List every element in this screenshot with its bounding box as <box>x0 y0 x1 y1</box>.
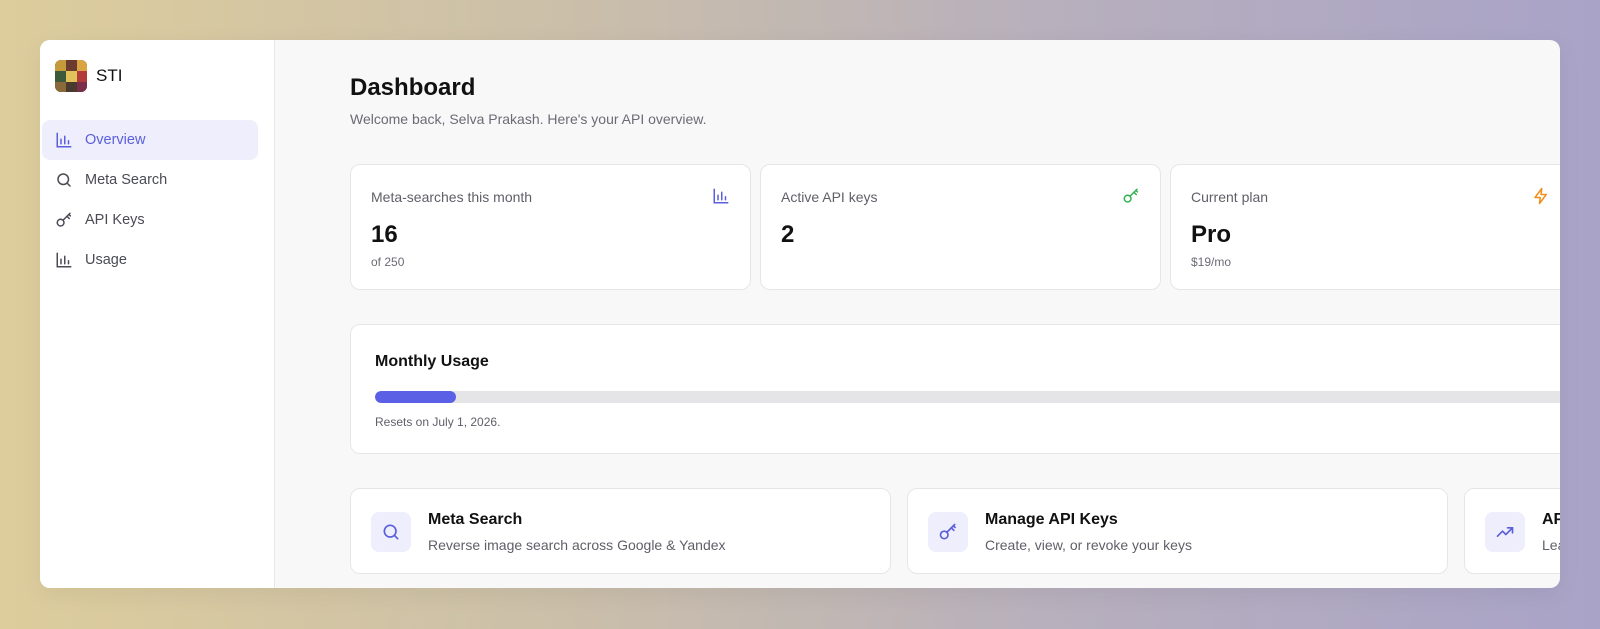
action-title: API Docs <box>1542 511 1560 528</box>
stat-value: 16 <box>371 221 398 248</box>
action-icon-wrap <box>371 512 411 552</box>
sidebar: STI Overview Meta Search API Keys Usage <box>40 40 275 588</box>
action-card-api-docs[interactable]: API Docs Learn how <box>1464 488 1560 574</box>
search-icon <box>383 524 399 540</box>
bar-chart-icon <box>713 188 729 204</box>
sidebar-item-meta-search[interactable]: Meta Search <box>42 160 258 200</box>
action-description: Learn how <box>1542 537 1560 553</box>
stat-card-current-plan: Current plan Pro $19/mo <box>1170 164 1560 290</box>
sidebar-item-label: API Keys <box>85 212 145 228</box>
trending-up-icon <box>1496 527 1514 537</box>
stat-value: Pro <box>1191 221 1232 248</box>
usage-progress-fill <box>375 391 456 403</box>
bar-chart-icon <box>56 132 72 148</box>
action-icon-wrap <box>928 512 968 552</box>
lightning-icon <box>1534 187 1547 205</box>
stat-sub: $19/mo <box>1191 255 1232 269</box>
bar-chart-icon <box>56 252 72 268</box>
search-icon <box>57 173 71 187</box>
page-title: Dashboard <box>350 74 476 101</box>
sidebar-item-usage[interactable]: Usage <box>42 240 258 280</box>
brand-name: STI <box>96 66 123 85</box>
action-card-manage-api-keys[interactable]: Manage API Keys Create, view, or revoke … <box>907 488 1448 574</box>
action-description: Create, view, or revoke your keys <box>985 537 1192 553</box>
sidebar-item-overview[interactable]: Overview <box>42 120 258 160</box>
brand-logo <box>55 60 87 92</box>
usage-reset-note: Resets on July 1, 2026. <box>375 415 501 429</box>
stat-value: 2 <box>781 221 795 248</box>
stat-label: Active API keys <box>781 189 878 205</box>
action-title: Meta Search <box>428 511 523 528</box>
action-card-meta-search[interactable]: Meta Search Reverse image search across … <box>350 488 891 574</box>
key-icon <box>939 523 956 540</box>
stat-card-active-keys: Active API keys 2 <box>760 164 1161 290</box>
key-icon <box>1123 188 1139 203</box>
usage-title: Monthly Usage <box>375 353 489 370</box>
sidebar-nav: Overview Meta Search API Keys Usage <box>42 120 258 280</box>
page-subtitle: Welcome back, Selva Prakash. Here's your… <box>350 111 707 127</box>
action-title: Manage API Keys <box>985 511 1118 528</box>
brand[interactable]: STI <box>55 60 122 92</box>
stat-card-meta-searches: Meta-searches this month 16 of 250 <box>350 164 751 290</box>
key-icon <box>56 212 72 227</box>
app-window: STI Overview Meta Search API Keys Usage … <box>40 40 1560 588</box>
stat-sub: of 250 <box>371 255 405 269</box>
sidebar-item-api-keys[interactable]: API Keys <box>42 200 258 240</box>
stat-label: Current plan <box>1191 189 1269 205</box>
action-description: Reverse image search across Google & Yan… <box>428 537 726 553</box>
monthly-usage-card: Monthly Usage Resets on July 1, 2026. <box>350 324 1560 454</box>
action-icon-wrap <box>1485 512 1525 552</box>
main-content: Dashboard Welcome back, Selva Prakash. H… <box>316 40 1560 588</box>
usage-progress-bar <box>375 391 1560 403</box>
sidebar-item-label: Meta Search <box>85 172 168 188</box>
stat-label: Meta-searches this month <box>371 189 533 205</box>
sidebar-item-label: Usage <box>85 252 127 268</box>
sidebar-item-label: Overview <box>85 132 146 148</box>
